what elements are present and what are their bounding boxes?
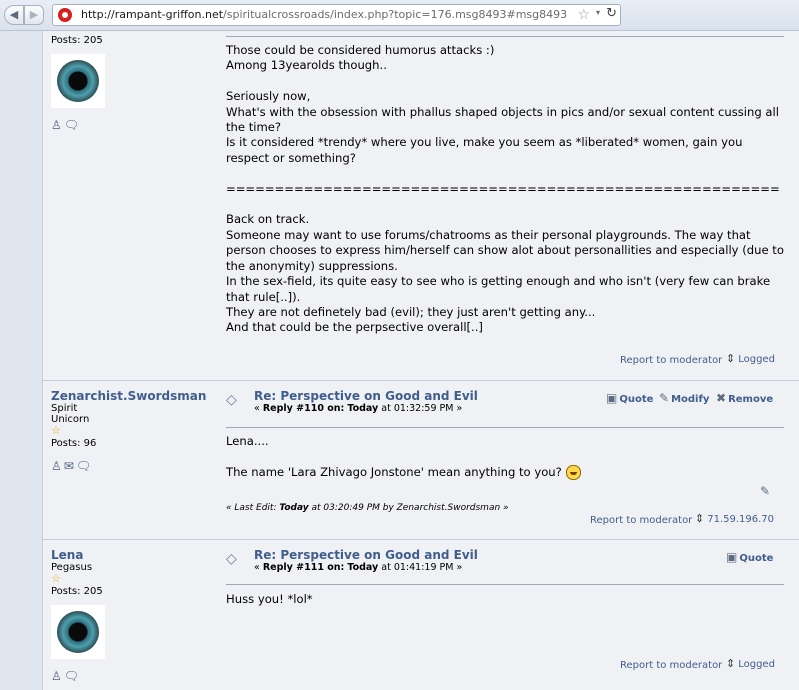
post-3: Lena Pegasus ☆ Posts: 205 ♙ 🗨 ◇ Re: Persp… — [43, 540, 799, 690]
personal-message-icon[interactable]: 🗨 — [64, 669, 79, 683]
address-bar[interactable]: http://rampant-griffon.net/spiritualcros… — [52, 4, 621, 26]
report-to-moderator-link[interactable]: Report to moderator — [620, 355, 722, 366]
post-text-line: Back on track. — [226, 212, 310, 227]
post-text-line: Huss you! *lol* — [226, 592, 313, 606]
report-to-moderator-link[interactable]: Report to moderator — [620, 660, 722, 671]
profile-icon[interactable]: ♙ — [51, 459, 62, 473]
thread-icon: ◇ — [226, 392, 237, 408]
rank-star-icon: ☆ — [51, 424, 61, 437]
poster-info: Posts: 205 ♙ 🗨 — [51, 35, 105, 132]
ip-logged-icon: ⇕ — [695, 512, 705, 525]
personal-message-icon[interactable]: 🗨 — [64, 118, 79, 132]
post-text-line: What's with the obsession with phallus s… — [226, 104, 783, 135]
divider — [226, 584, 784, 585]
poster-icons: ♙ 🗨 — [51, 118, 105, 132]
back-arrow-icon[interactable]: ◀ — [4, 5, 24, 25]
browser-toolbar: ◀ ▶ http://rampant-griffon.net/spiritual… — [0, 0, 799, 31]
rank-star-icon: ☆ — [51, 572, 61, 585]
member-group: Unicorn — [51, 414, 90, 425]
post-text-line: ========================================… — [226, 181, 780, 196]
post-text-line: In the sex-field, its quite easy to see … — [226, 274, 774, 304]
profile-icon[interactable]: ♙ — [51, 669, 62, 683]
modify-button[interactable]: ✎ Modify — [659, 391, 709, 405]
poster-info: Lena Pegasus ☆ Posts: 205 ♙ 🗨 — [51, 548, 105, 683]
post-subject[interactable]: Re: Perspective on Good and Evil — [254, 389, 478, 403]
chevron-down-icon[interactable]: ▾ — [596, 8, 600, 17]
post-text-line — [226, 197, 786, 212]
post-text-line: Someone may want to use forums/chatrooms… — [226, 227, 788, 273]
divider — [226, 427, 784, 428]
avatar — [51, 54, 105, 108]
page: Posts: 205 ♙ 🗨 Those could be considered … — [0, 31, 799, 690]
ip-logged-icon: ⇕ — [726, 657, 736, 670]
url-text[interactable]: http://rampant-griffon.net/spiritualcros… — [81, 8, 567, 21]
post-1: Posts: 205 ♙ 🗨 Those could be considered … — [43, 31, 799, 380]
modify-icon: ✎ — [760, 484, 771, 498]
remove-button[interactable]: ✖ Remove — [716, 391, 773, 405]
post-text-line: Among 13yearolds though.. — [226, 58, 387, 73]
post-body: Those could be considered humorus attack… — [226, 43, 786, 336]
site-favicon-icon — [58, 8, 72, 22]
author-name[interactable]: Lena — [51, 548, 105, 562]
post-body: Lena.... The name 'Lara Zhivago Jonstone… — [226, 434, 786, 480]
inline-modify-button[interactable]: ✎ — [760, 484, 772, 498]
last-edit-info: « Last Edit: Today at 03:20:49 PM by Zen… — [226, 503, 509, 513]
bookmark-star-icon[interactable]: ☆ — [577, 7, 590, 23]
forum-thread: Posts: 205 ♙ 🗨 Those could be considered … — [42, 31, 799, 690]
member-rank: Spirit — [51, 403, 78, 414]
poster-info: Zenarchist.Swordsman Spirit Unicorn ☆ Po… — [51, 389, 206, 473]
post-body: Huss you! *lol* — [226, 592, 786, 607]
post-text-line — [226, 166, 786, 181]
post-count: Posts: 205 — [51, 35, 103, 46]
post-text-line: Seriously now, — [226, 89, 311, 104]
email-icon[interactable]: ✉ — [64, 459, 74, 473]
poster-icons: ♙ 🗨 — [51, 669, 105, 683]
post-text-line: They are not definetely bad (evil); they… — [226, 304, 596, 319]
avatar — [51, 605, 105, 659]
personal-message-icon[interactable]: 🗨 — [76, 459, 91, 473]
post-2: Zenarchist.Swordsman Spirit Unicorn ☆ Po… — [43, 381, 799, 539]
logged-status: ⇕ Logged — [726, 352, 775, 365]
divider — [226, 36, 784, 37]
post-text-line: Lena.... — [226, 434, 269, 448]
report-to-moderator-link[interactable]: Report to moderator — [590, 515, 692, 526]
quote-icon: ▣ — [606, 391, 618, 405]
post-text-line: The name 'Lara Zhivago Jonstone' mean an… — [226, 464, 786, 480]
quote-button[interactable]: ▣ Quote — [726, 550, 773, 564]
post-text-line: Is it considered *trendy* where you live… — [226, 135, 747, 165]
post-count: Posts: 205 — [51, 586, 103, 597]
modify-icon: ✎ — [659, 391, 670, 405]
quote-icon: ▣ — [726, 550, 738, 564]
ip-address[interactable]: ⇕ 71.59.196.70 — [695, 512, 774, 525]
post-header: ◇ Re: Perspective on Good and Evil « Rep… — [226, 548, 786, 578]
ip-logged-icon: ⇕ — [726, 352, 736, 365]
profile-icon[interactable]: ♙ — [51, 118, 62, 132]
post-text-line — [226, 74, 786, 89]
logged-status: ⇕ Logged — [726, 657, 775, 670]
post-count: Posts: 96 — [51, 438, 97, 449]
quote-button[interactable]: ▣ Quote — [606, 391, 653, 405]
remove-icon: ✖ — [716, 391, 727, 405]
thread-icon: ◇ — [226, 551, 237, 567]
reload-icon[interactable]: ↻ — [606, 6, 617, 21]
forward-arrow-icon[interactable]: ▶ — [24, 5, 44, 25]
author-name[interactable]: Zenarchist.Swordsman — [51, 389, 206, 403]
poster-icons: ♙ ✉ 🗨 — [51, 459, 206, 473]
post-text-line: Those could be considered humorus attack… — [226, 43, 495, 57]
grin-smiley-icon — [565, 464, 581, 480]
reply-info: « Reply #111 on: Today at 01:41:19 PM » — [254, 562, 463, 573]
post-subject[interactable]: Re: Perspective on Good and Evil — [254, 548, 478, 562]
reply-info: « Reply #110 on: Today at 01:32:59 PM » — [254, 403, 463, 414]
post-text-line: And that could be the perpsective overal… — [226, 320, 483, 335]
